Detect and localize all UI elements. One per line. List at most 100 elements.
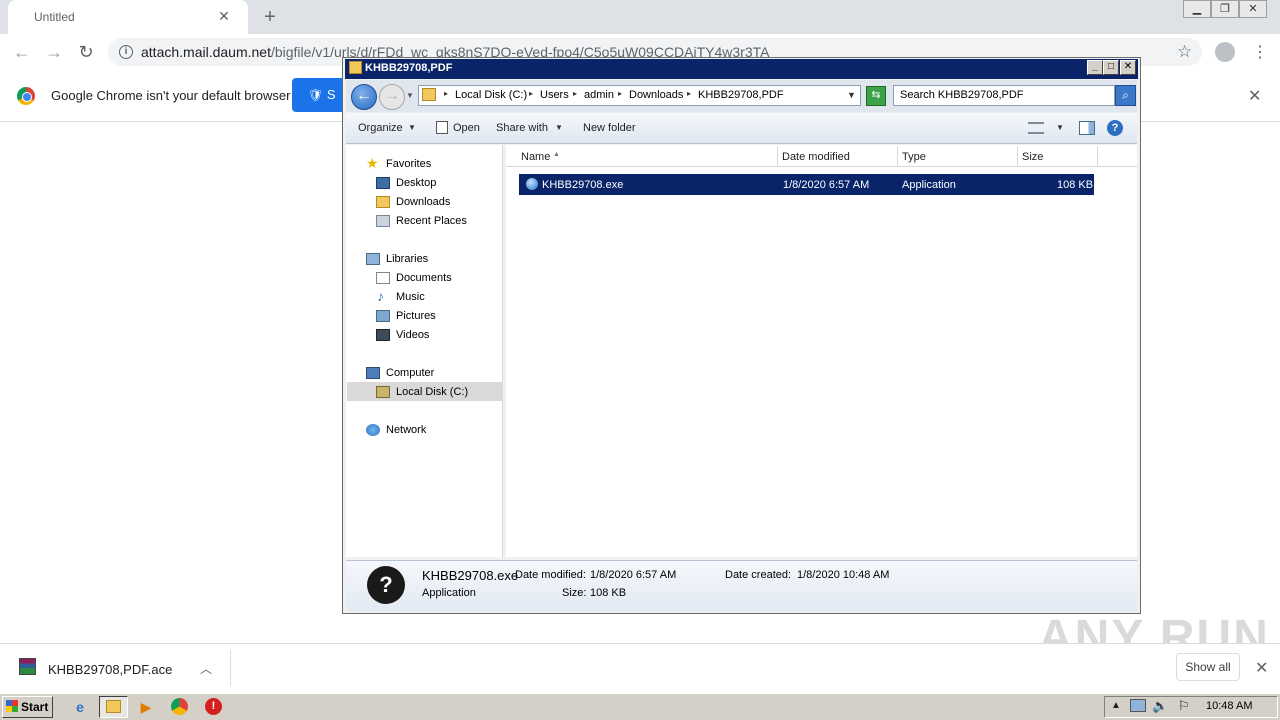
column-divider[interactable]	[777, 146, 778, 167]
details-date-modified-label: Date modified:	[515, 569, 586, 581]
nav-network[interactable]: Network	[386, 424, 426, 436]
breadcrumb-downloads[interactable]: Downloads	[629, 89, 683, 101]
details-file-type: Application	[422, 587, 476, 599]
close-window-icon[interactable]: ✕	[1239, 0, 1267, 18]
show-hidden-icons-icon[interactable]: ▲	[1111, 700, 1121, 711]
new-folder-button[interactable]: New folder	[583, 122, 636, 134]
tab-close-icon[interactable]: ✕	[216, 8, 232, 24]
column-date-modified[interactable]: Date modified	[782, 151, 850, 163]
forward-icon[interactable]: →	[42, 40, 66, 64]
breadcrumb-separator[interactable]: ▸	[444, 89, 448, 98]
internet-explorer-icon[interactable]: e	[68, 697, 92, 717]
nav-videos[interactable]: Videos	[396, 329, 429, 341]
recent-pages-chevron-icon[interactable]: ▼	[406, 91, 414, 100]
volume-icon[interactable]: 🔈	[1152, 698, 1168, 714]
file-list-pane	[506, 145, 1137, 557]
profile-avatar-icon[interactable]	[1215, 42, 1235, 62]
help-icon[interactable]: ?	[1107, 120, 1123, 136]
security-alert-icon[interactable]: !	[205, 698, 222, 715]
column-type[interactable]: Type	[902, 151, 926, 163]
open-icon[interactable]	[436, 121, 448, 134]
nav-music[interactable]: Music	[396, 291, 425, 303]
share-with-chevron-icon[interactable]: ▼	[555, 123, 563, 132]
clock[interactable]: 10:48 AM	[1206, 700, 1252, 712]
column-size[interactable]: Size	[1022, 151, 1043, 163]
tab-title: Untitled	[34, 10, 75, 24]
column-divider[interactable]	[897, 146, 898, 167]
restore-icon[interactable]: ❐	[1211, 0, 1239, 18]
minimize-icon[interactable]: ▁	[1183, 0, 1211, 18]
preview-pane-icon[interactable]	[1079, 121, 1095, 135]
libraries-icon	[366, 253, 380, 265]
explorer-title: KHBB29708,PDF	[365, 62, 453, 74]
nav-local-disk[interactable]: Local Disk (C:)	[396, 386, 468, 398]
address-dropdown-icon[interactable]: ▼	[847, 90, 856, 100]
url-host: attach.mail.daum.net	[141, 44, 271, 60]
new-tab-icon[interactable]: +	[259, 6, 281, 28]
network-icon	[366, 424, 380, 436]
explorer-titlebar[interactable]	[345, 59, 1138, 79]
chrome-taskbar-icon[interactable]	[171, 698, 188, 715]
explorer-back-icon[interactable]: ←	[351, 84, 377, 110]
documents-icon	[376, 272, 390, 284]
explorer-folder-icon	[106, 700, 121, 713]
network-tray-icon[interactable]	[1130, 699, 1146, 712]
set-default-button-label: S	[326, 87, 336, 102]
change-view-icon[interactable]	[1028, 122, 1044, 134]
details-size-label: Size:	[562, 587, 587, 599]
share-with-button[interactable]: Share with	[496, 122, 548, 134]
nav-recent-places[interactable]: Recent Places	[396, 215, 467, 227]
nav-favorites[interactable]: Favorites	[386, 158, 431, 170]
views-chevron-icon[interactable]: ▼	[1056, 123, 1064, 132]
organize-button[interactable]: Organize	[358, 122, 403, 134]
search-icon[interactable]: ⌕	[1115, 85, 1136, 106]
computer-icon	[366, 367, 380, 379]
breadcrumb-separator[interactable]: ▸	[529, 89, 533, 98]
action-center-flag-icon[interactable]: ⚐	[1178, 698, 1190, 714]
nav-libraries[interactable]: Libraries	[386, 253, 428, 265]
explorer-forward-icon[interactable]: →	[379, 84, 405, 110]
nav-computer[interactable]: Computer	[386, 367, 434, 379]
download-options-chevron-icon[interactable]: ︿	[200, 660, 212, 677]
breadcrumb-admin[interactable]: admin	[584, 89, 614, 101]
organize-chevron-icon[interactable]: ▼	[408, 123, 416, 132]
download-shelf-close-icon[interactable]: ✕	[1255, 658, 1268, 678]
file-name[interactable]: KHBB29708.exe	[542, 179, 623, 191]
info-icon[interactable]: i	[119, 45, 133, 59]
breadcrumb-separator[interactable]: ▸	[687, 89, 691, 98]
downloads-folder-icon	[376, 196, 390, 208]
nav-documents[interactable]: Documents	[396, 272, 452, 284]
column-name[interactable]: Name	[521, 151, 550, 163]
nav-downloads[interactable]: Downloads	[396, 196, 450, 208]
breadcrumb-current-folder[interactable]: KHBB29708,PDF	[698, 89, 784, 101]
taskbar	[0, 693, 1280, 720]
media-player-icon[interactable]: ▶	[134, 697, 158, 717]
open-button[interactable]: Open	[453, 122, 480, 134]
infobar-close-icon[interactable]: ✕	[1248, 86, 1261, 106]
download-item-name[interactable]: KHBB29708,PDF.ace	[48, 662, 172, 677]
music-icon: ♪	[377, 288, 384, 304]
breadcrumb-separator[interactable]: ▸	[573, 89, 577, 98]
bookmark-star-icon[interactable]: ☆	[1177, 42, 1192, 62]
back-icon[interactable]: ←	[10, 40, 34, 64]
refresh-icon[interactable]: ⇆	[866, 86, 886, 106]
breadcrumb-users[interactable]: Users	[540, 89, 569, 101]
breadcrumb-separator[interactable]: ▸	[618, 89, 622, 98]
nav-pictures[interactable]: Pictures	[396, 310, 436, 322]
explorer-minimize-icon[interactable]: _	[1087, 60, 1103, 75]
nav-desktop[interactable]: Desktop	[396, 177, 436, 189]
windows-logo-icon	[6, 700, 18, 712]
explorer-maximize-icon[interactable]: □	[1103, 60, 1119, 75]
reload-icon[interactable]: ↻	[74, 40, 98, 64]
infobar-message: Google Chrome isn't your default browser	[51, 88, 291, 103]
menu-dots-icon[interactable]: ⋮	[1252, 42, 1268, 62]
local-disk-icon	[376, 386, 390, 398]
download-divider	[230, 650, 231, 686]
download-shelf	[0, 643, 1280, 692]
column-divider[interactable]	[1097, 146, 1098, 167]
column-divider[interactable]	[1017, 146, 1018, 167]
explorer-close-icon[interactable]: ✕	[1120, 60, 1136, 75]
breadcrumb-local-disk[interactable]: Local Disk (C:)	[455, 89, 527, 101]
favorites-star-icon: ★	[366, 155, 379, 171]
show-all-button[interactable]: Show all	[1176, 653, 1240, 681]
